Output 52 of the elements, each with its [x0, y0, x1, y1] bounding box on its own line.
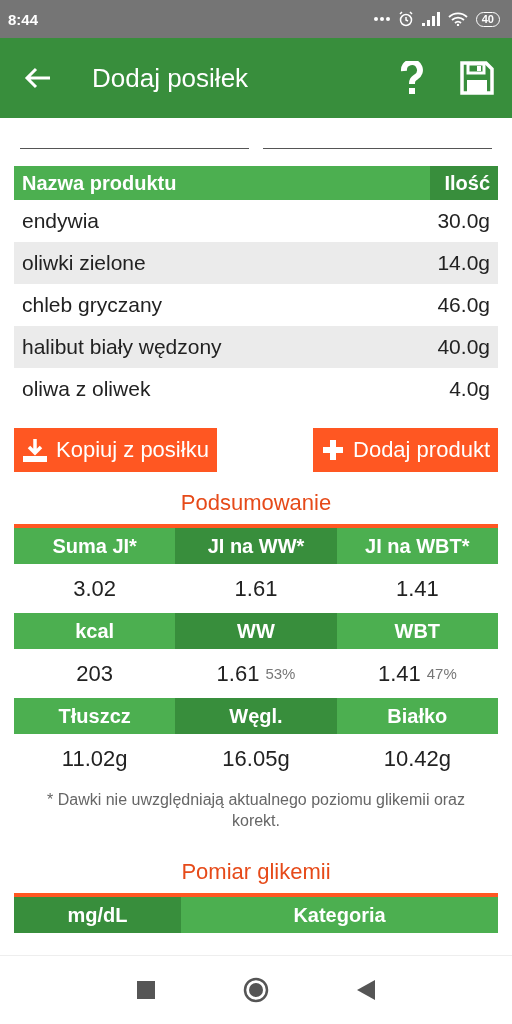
summary-value: 1.41: [377, 660, 421, 687]
share-percent: 53%: [265, 665, 296, 682]
summary-value: 3.02: [73, 575, 117, 602]
share-percent: 47%: [426, 665, 457, 682]
column-header: Kategoria: [292, 902, 387, 928]
product-name: oliwki zielone: [22, 251, 146, 275]
column-header: mg/dL: [14, 897, 181, 933]
footnote: * Dawki nie uwzględniają aktualnego poziomu glikemii oraz korekt.: [46, 790, 466, 831]
product-amount: 14.0g: [437, 251, 490, 275]
dots-icon: [373, 17, 390, 21]
summary-value: 11.02g: [61, 745, 128, 772]
section-title: Pomiar glikemii: [180, 859, 332, 885]
column-header: Nazwa produktu: [21, 171, 178, 195]
column-header: Ilość: [430, 166, 498, 200]
product-amount: 4.0g: [449, 377, 490, 401]
product-name: oliwa z oliwek: [22, 377, 151, 401]
product-amount: 40.0g: [437, 335, 490, 359]
summary-header: WBT: [393, 618, 442, 644]
summary-value: 203: [76, 660, 113, 687]
summary-value: 16.05g: [222, 745, 290, 772]
summary-value: 1.61: [216, 660, 260, 687]
back-button[interactable]: [24, 66, 52, 90]
product-name: endywia: [22, 209, 100, 233]
summary-header: Tłuszcz: [57, 703, 132, 729]
wifi-icon: [447, 12, 468, 26]
add-product-button[interactable]: Dodaj produkt: [313, 428, 498, 472]
summary-header: WW: [175, 613, 337, 649]
help-button[interactable]: [400, 61, 424, 95]
summary-header: JI na WW*: [175, 528, 337, 564]
product-name: halibut biały wędzony: [22, 335, 222, 359]
section-title: Podsumowanie: [179, 490, 333, 516]
signal-icon: [421, 12, 440, 26]
alarm-clock-icon: [397, 11, 414, 27]
product-amount: 46.0g: [437, 293, 490, 317]
product-name: chleb gryczany: [22, 293, 163, 317]
summary-header: Suma JI*: [51, 533, 138, 559]
product-amount: 30.0g: [437, 209, 490, 233]
summary-header: Białko: [386, 703, 449, 729]
back-nav-button[interactable]: [357, 980, 375, 1000]
plus-icon: [321, 438, 345, 462]
copy-meal-button[interactable]: Kopiuj z posiłku: [14, 428, 217, 472]
home-button[interactable]: [243, 977, 269, 1003]
screen-title: Dodaj posiłek: [92, 62, 249, 94]
summary-value: 1.41: [395, 575, 439, 602]
summary-header: JI na WBT*: [364, 533, 471, 559]
save-button[interactable]: [460, 61, 494, 95]
summary-header: Węgl.: [175, 698, 337, 734]
summary-value: 10.42g: [383, 745, 451, 772]
download-icon: [22, 437, 48, 463]
summary-header: kcal: [74, 618, 116, 644]
summary-value: 1.61: [234, 575, 278, 602]
clock: 8:44: [8, 10, 39, 28]
